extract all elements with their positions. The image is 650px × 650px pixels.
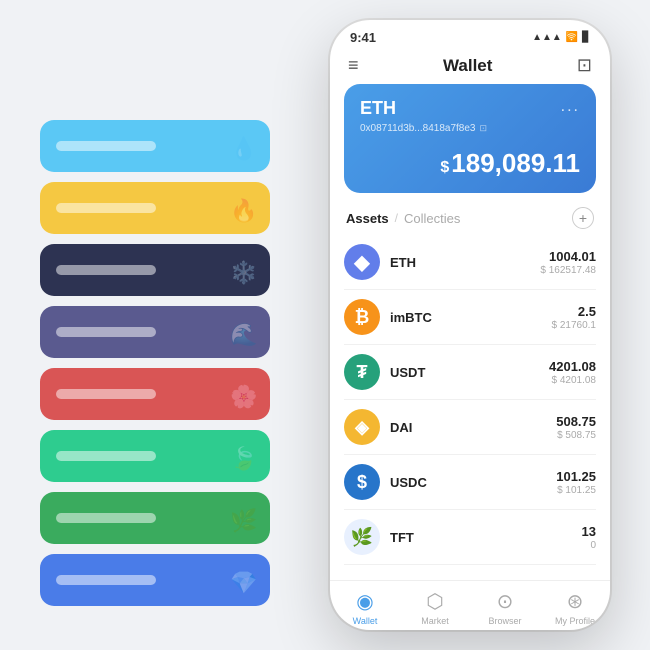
tft-icon: 🌿 — [344, 519, 380, 555]
card-item-label — [56, 203, 156, 213]
asset-symbol: USDT — [390, 365, 425, 380]
usdt-icon: ₮ — [344, 354, 380, 390]
asset-amounts: 130 — [582, 524, 596, 551]
card-item-label — [56, 513, 156, 523]
eth-balance: $189,089.11 — [360, 148, 580, 179]
asset-amount: 101.25 — [556, 469, 596, 484]
asset-item[interactable]: ₿ imBTC 2.5$ 21760.1 — [344, 290, 596, 345]
asset-symbol: imBTC — [390, 310, 432, 325]
asset-item[interactable]: ₮ USDT 4201.08$ 4201.08 — [344, 345, 596, 400]
eth-card[interactable]: ETH ... 0x08711d3b...8418a7f8e3 ⊡ $189,0… — [344, 84, 596, 193]
tab-assets[interactable]: Assets — [346, 211, 389, 226]
asset-symbol: USDC — [390, 475, 427, 490]
asset-usd-value: $ 508.75 — [556, 430, 596, 441]
asset-item[interactable]: $ USDC 101.25$ 101.25 — [344, 455, 596, 510]
card-item-2[interactable]: ❄️ — [40, 244, 270, 296]
phone-header: ≡ Wallet ⊡ — [330, 49, 610, 84]
card-item-icon: 💎 — [230, 570, 258, 598]
copy-icon[interactable]: ⊡ — [479, 123, 487, 134]
eth-card-more[interactable]: ... — [561, 98, 580, 116]
page-title: Wallet — [443, 56, 492, 76]
card-item-icon: 🔥 — [230, 198, 258, 226]
card-item-icon: 🍃 — [230, 446, 258, 474]
card-item-icon: ❄️ — [230, 260, 258, 288]
wifi-icon: 🛜 — [566, 32, 578, 43]
nav-item-browser[interactable]: ⊙ Browser — [470, 589, 540, 626]
card-item-0[interactable]: 💧 — [40, 120, 270, 172]
asset-amount: 4201.08 — [549, 359, 596, 374]
card-item-icon: 🌸 — [230, 384, 258, 412]
dai-icon: ◈ — [344, 409, 380, 445]
asset-amount: 1004.01 — [540, 249, 596, 264]
asset-amounts: 4201.08$ 4201.08 — [549, 359, 596, 386]
asset-symbol: DAI — [390, 420, 412, 435]
assets-header: Assets / Collecties + — [330, 203, 610, 235]
nav-profile-label: My Profile — [555, 616, 595, 626]
eth-icon: ◆ — [344, 244, 380, 280]
card-item-label — [56, 141, 156, 151]
asset-amount: 2.5 — [552, 304, 597, 319]
asset-usd-value: $ 21760.1 — [552, 320, 597, 331]
balance-symbol: $ — [440, 159, 449, 176]
card-item-5[interactable]: 🍃 — [40, 430, 270, 482]
asset-item[interactable]: 🌿 TFT 130 — [344, 510, 596, 565]
status-time: 9:41 — [350, 30, 376, 45]
usdc-icon: $ — [344, 464, 380, 500]
menu-icon[interactable]: ≡ — [348, 55, 359, 76]
status-icons: ▲▲▲ 🛜 ▊ — [532, 32, 590, 43]
card-item-label — [56, 327, 156, 337]
nav-item-market[interactable]: ⬡ Market — [400, 589, 470, 626]
nav-browser-icon: ⊙ — [497, 589, 514, 614]
add-asset-button[interactable]: + — [572, 207, 594, 229]
asset-usd-value: 0 — [582, 540, 596, 551]
scan-icon[interactable]: ⊡ — [577, 55, 592, 76]
asset-usd-value: $ 4201.08 — [549, 375, 596, 386]
card-stack: 💧 🔥 ❄️ 🌊 🌸 🍃 🌿 💎 — [40, 120, 270, 606]
card-item-label — [56, 451, 156, 461]
card-item-icon: 🌿 — [230, 508, 258, 536]
nav-browser-label: Browser — [488, 616, 521, 626]
eth-address: 0x08711d3b...8418a7f8e3 ⊡ — [360, 123, 580, 134]
card-item-6[interactable]: 🌿 — [40, 492, 270, 544]
card-item-7[interactable]: 💎 — [40, 554, 270, 606]
nav-market-label: Market — [421, 616, 449, 626]
asset-amount: 13 — [582, 524, 596, 539]
battery-icon: ▊ — [582, 32, 590, 43]
card-item-label — [56, 389, 156, 399]
asset-list: ◆ ETH 1004.01$ 162517.48 ₿ imBTC 2.5$ 21760.1… — [330, 235, 610, 580]
asset-symbol: TFT — [390, 530, 414, 545]
asset-amounts: 1004.01$ 162517.48 — [540, 249, 596, 276]
card-item-icon: 💧 — [230, 136, 258, 164]
signal-icon: ▲▲▲ — [532, 32, 562, 43]
nav-market-icon: ⬡ — [426, 589, 443, 614]
asset-usd-value: $ 101.25 — [556, 485, 596, 496]
card-item-label — [56, 265, 156, 275]
assets-tabs: Assets / Collecties — [346, 211, 460, 226]
status-bar: 9:41 ▲▲▲ 🛜 ▊ — [330, 20, 610, 49]
asset-symbol: ETH — [390, 255, 416, 270]
eth-card-name: ETH — [360, 98, 396, 119]
bottom-nav: ◉ Wallet ⬡ Market ⊙ Browser ⊛ My Profile — [330, 580, 610, 630]
tab-collecties[interactable]: Collecties — [404, 211, 460, 226]
card-item-3[interactable]: 🌊 — [40, 306, 270, 358]
nav-wallet-icon: ◉ — [356, 589, 373, 614]
asset-item[interactable]: ◆ ETH 1004.01$ 162517.48 — [344, 235, 596, 290]
card-item-label — [56, 575, 156, 585]
nav-wallet-label: Wallet — [353, 616, 378, 626]
nav-item-wallet[interactable]: ◉ Wallet — [330, 589, 400, 626]
asset-amounts: 508.75$ 508.75 — [556, 414, 596, 441]
card-item-icon: 🌊 — [230, 322, 258, 350]
asset-item[interactable]: ◈ DAI 508.75$ 508.75 — [344, 400, 596, 455]
asset-amount: 508.75 — [556, 414, 596, 429]
card-item-1[interactable]: 🔥 — [40, 182, 270, 234]
asset-amounts: 101.25$ 101.25 — [556, 469, 596, 496]
nav-profile-icon: ⊛ — [567, 589, 584, 614]
card-item-4[interactable]: 🌸 — [40, 368, 270, 420]
phone-frame: 9:41 ▲▲▲ 🛜 ▊ ≡ Wallet ⊡ ETH ... 0x08711d… — [330, 20, 610, 630]
asset-amounts: 2.5$ 21760.1 — [552, 304, 597, 331]
nav-item-profile[interactable]: ⊛ My Profile — [540, 589, 610, 626]
imbtc-icon: ₿ — [344, 299, 380, 335]
tab-divider: / — [395, 211, 398, 225]
asset-usd-value: $ 162517.48 — [540, 265, 596, 276]
